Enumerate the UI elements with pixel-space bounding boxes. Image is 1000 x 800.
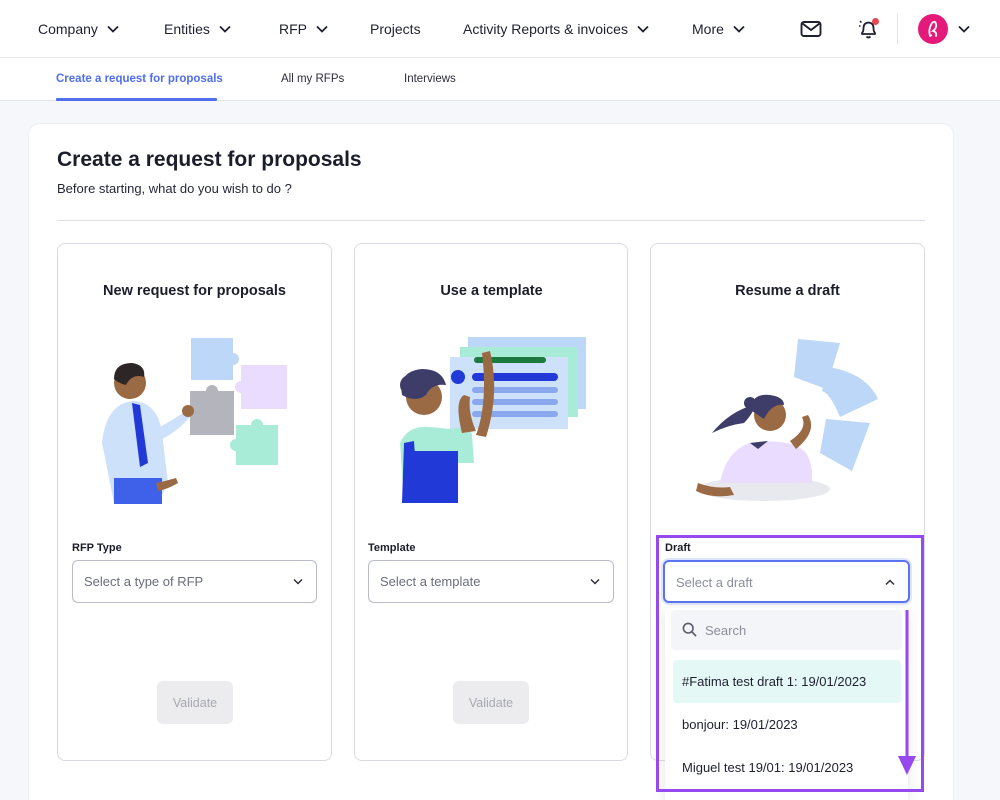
template-label: Template	[368, 542, 416, 554]
nav-activity-reports[interactable]: Activity Reports & invoices	[463, 20, 649, 38]
nav-more-label: More	[692, 21, 724, 37]
nav-more[interactable]: More	[692, 20, 745, 38]
nav-rfp[interactable]: RFP	[279, 20, 328, 38]
active-tab-indicator	[56, 98, 217, 101]
rfp-type-label: RFP Type	[72, 542, 122, 554]
template-select[interactable]: Select a template	[368, 560, 614, 603]
tab-create-rfp[interactable]: Create a request for proposals	[56, 73, 223, 85]
draft-label: Draft	[665, 542, 691, 554]
notification-dot	[872, 18, 879, 25]
validate-template-button[interactable]: Validate	[453, 681, 529, 724]
template-illustration	[400, 337, 586, 503]
search-icon	[682, 622, 697, 637]
nav-rfp-label: RFP	[279, 21, 307, 37]
nav-divider	[897, 14, 898, 44]
header-divider	[57, 220, 925, 221]
draft-option[interactable]: #Fatima test draft 1: 19/01/2023	[673, 660, 901, 703]
rfp-type-placeholder: Select a type of RFP	[84, 574, 204, 589]
top-navbar: Company Entities RFP Projects Activity R…	[0, 0, 1000, 58]
chevron-down-icon[interactable]	[958, 25, 970, 33]
nav-entities-label: Entities	[164, 21, 210, 37]
chevron-down-icon	[219, 25, 231, 33]
chevron-down-icon	[107, 25, 119, 33]
draft-illustration	[696, 339, 878, 501]
card-new-rfp-title: New request for proposals	[103, 283, 286, 299]
chevron-down-icon	[590, 578, 600, 585]
chevron-up-icon	[885, 579, 895, 586]
draft-select[interactable]: Select a draft	[663, 560, 910, 603]
draft-option[interactable]: Miguel test 19/01: 19/01/2023	[673, 746, 901, 789]
template-placeholder: Select a template	[380, 574, 481, 589]
draft-search-field[interactable]: Search	[671, 610, 902, 650]
card-resume-draft-title: Resume a draft	[735, 283, 840, 299]
draft-search-placeholder: Search	[705, 623, 747, 638]
draft-placeholder: Select a draft	[676, 575, 753, 590]
tab-all-my-rfps[interactable]: All my RFPs	[281, 73, 344, 85]
page-title: Create a request for proposals	[57, 148, 362, 171]
chevron-down-icon	[316, 25, 328, 33]
chevron-down-icon	[637, 25, 649, 33]
mail-icon	[800, 21, 822, 37]
page-subtitle: Before starting, what do you wish to do …	[57, 181, 292, 196]
nav-projects-label: Projects	[370, 21, 421, 37]
card-use-template-title: Use a template	[440, 283, 543, 299]
tab-interviews[interactable]: Interviews	[404, 73, 456, 85]
chevron-down-icon	[733, 25, 745, 33]
mail-button[interactable]	[799, 17, 823, 41]
nav-company-label: Company	[38, 21, 98, 37]
user-avatar[interactable]	[918, 14, 948, 44]
avatar-logo-icon	[928, 20, 938, 37]
notifications-button[interactable]	[857, 17, 881, 41]
draft-option[interactable]: bonjour: 19/01/2023	[673, 703, 901, 746]
sub-tabs: Create a request for proposals All my RF…	[0, 58, 1000, 101]
validate-new-rfp-button[interactable]: Validate	[157, 681, 233, 724]
nav-company[interactable]: Company	[38, 20, 119, 38]
nav-projects[interactable]: Projects	[370, 20, 421, 38]
nav-activity-reports-label: Activity Reports & invoices	[463, 21, 628, 37]
rfp-type-select[interactable]: Select a type of RFP	[72, 560, 317, 603]
puzzle-illustration	[102, 338, 287, 504]
bell-icon	[859, 18, 879, 39]
nav-entities[interactable]: Entities	[164, 20, 231, 38]
chevron-down-icon	[293, 578, 303, 585]
